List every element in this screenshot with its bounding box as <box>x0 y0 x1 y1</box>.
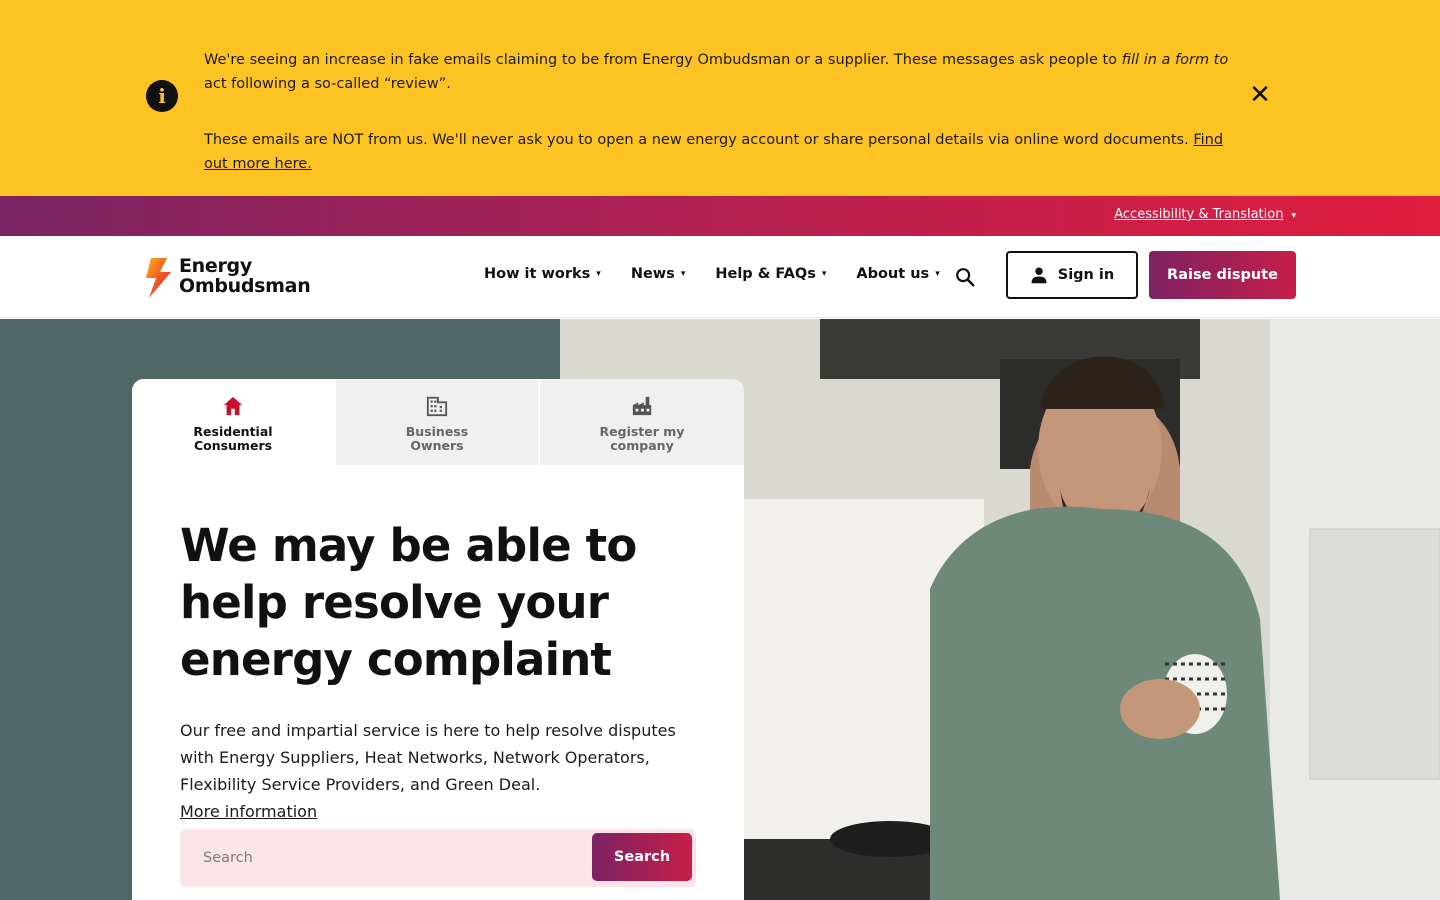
caret-down-icon: ▾ <box>1291 211 1296 221</box>
nav-news[interactable]: News ▾ <box>631 266 686 282</box>
sign-in-button[interactable]: Sign in <box>1006 251 1138 299</box>
search-form: Search <box>180 829 696 887</box>
caret-down-icon: ▾ <box>821 269 827 279</box>
hero-description: Our free and impartial service is here t… <box>180 721 676 821</box>
audience-tabs: Residential Consumers Business Owners Regi… <box>132 379 744 465</box>
raise-dispute-button[interactable]: Raise dispute <box>1149 251 1296 299</box>
main-nav: How it works ▾ News ▾ Help & FAQs ▾ About u… <box>484 266 940 282</box>
nav-help-faqs[interactable]: Help & FAQs ▾ <box>715 266 826 282</box>
tab-business-owners[interactable]: Business Owners <box>336 379 540 465</box>
fake-email-alert: i We're seeing an increase in fake email… <box>0 0 1440 196</box>
caret-down-icon: ▾ <box>680 269 686 279</box>
utility-bar: Accessibility & Translation ▾ <box>0 196 1440 236</box>
user-icon <box>1031 267 1047 284</box>
alert-message-1: We're seeing an increase in fake emails … <box>204 52 1229 92</box>
hero-title: We may be able to help resolve your ener… <box>180 519 637 686</box>
logo-wordmark: Energy Ombudsman <box>179 255 311 297</box>
lightning-bolt-icon <box>146 258 171 298</box>
tab-register-company[interactable]: Register my company <box>540 379 744 465</box>
more-information-link[interactable]: More information <box>180 802 317 821</box>
site-header: Energy Ombudsman How it works ▾ News ▾ Hel… <box>0 236 1440 318</box>
factory-icon <box>632 396 652 416</box>
caret-down-icon: ▾ <box>596 269 601 279</box>
nav-how-it-works[interactable]: How it works ▾ <box>484 266 601 282</box>
alert-message-2: These emails are NOT from us. We'll neve… <box>204 132 1224 172</box>
hero-card: Residential Consumers Business Owners Regi… <box>132 379 744 900</box>
search-input[interactable] <box>180 829 590 887</box>
search-icon[interactable] <box>954 266 976 288</box>
info-icon: i <box>146 80 178 112</box>
building-icon <box>426 396 448 417</box>
close-icon[interactable]: ✕ <box>1246 82 1274 110</box>
search-button[interactable]: Search <box>592 833 692 881</box>
energy-ombudsman-logo[interactable]: Energy Ombudsman <box>143 256 323 300</box>
nav-about-us[interactable]: About us ▾ <box>856 266 939 282</box>
house-icon <box>223 396 243 416</box>
caret-down-icon: ▾ <box>935 269 940 279</box>
tab-residential-consumers[interactable]: Residential Consumers <box>132 379 336 465</box>
accessibility-translation-link[interactable]: Accessibility & Translation ▾ <box>1114 207 1296 222</box>
